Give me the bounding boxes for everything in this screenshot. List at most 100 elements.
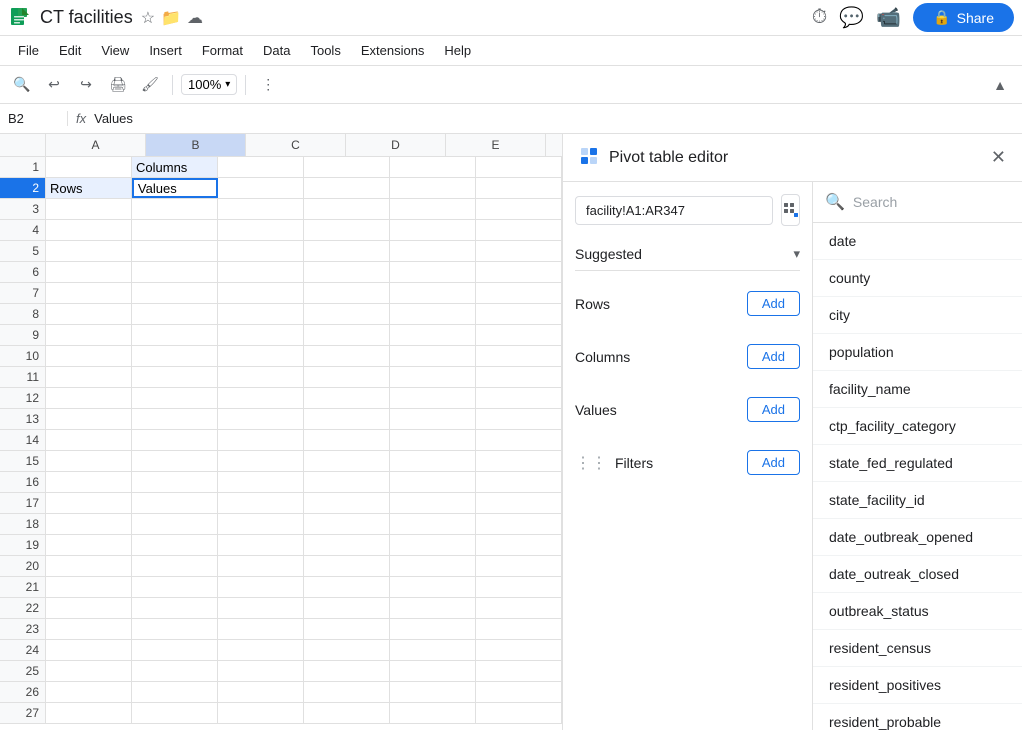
cell[interactable] <box>304 409 390 429</box>
cell[interactable] <box>476 619 562 639</box>
cell[interactable] <box>476 640 562 660</box>
folder-icon[interactable]: 📁 <box>161 8 181 28</box>
cell[interactable] <box>390 388 476 408</box>
cell[interactable] <box>218 682 304 702</box>
cell[interactable] <box>132 199 218 219</box>
formula-value[interactable]: Values <box>94 111 133 126</box>
cell[interactable] <box>218 472 304 492</box>
history-icon[interactable]: ⏱ <box>812 6 828 29</box>
cell[interactable] <box>218 325 304 345</box>
cell[interactable] <box>132 619 218 639</box>
chat-icon[interactable]: 💬 <box>839 5 864 30</box>
cell[interactable] <box>390 409 476 429</box>
cell[interactable] <box>132 304 218 324</box>
cell[interactable] <box>132 577 218 597</box>
cell[interactable] <box>476 388 562 408</box>
cell[interactable] <box>304 262 390 282</box>
cell[interactable] <box>46 346 132 366</box>
col-header-a[interactable]: A <box>46 134 146 156</box>
cell[interactable] <box>304 451 390 471</box>
cell[interactable] <box>304 346 390 366</box>
cell[interactable] <box>132 472 218 492</box>
field-item[interactable]: state_facility_id <box>813 482 1022 519</box>
cell-reference[interactable]: B2 <box>8 111 68 126</box>
cell[interactable] <box>476 220 562 240</box>
cell[interactable] <box>304 682 390 702</box>
cell[interactable] <box>46 325 132 345</box>
cell[interactable] <box>304 661 390 681</box>
cell[interactable] <box>304 514 390 534</box>
field-item[interactable]: resident_positives <box>813 667 1022 704</box>
cell[interactable] <box>218 409 304 429</box>
field-item[interactable]: date_outbreak_opened <box>813 519 1022 556</box>
cell[interactable] <box>46 304 132 324</box>
cell[interactable] <box>132 241 218 261</box>
cell[interactable] <box>390 199 476 219</box>
cell[interactable] <box>304 535 390 555</box>
cell[interactable] <box>46 283 132 303</box>
cell[interactable] <box>218 535 304 555</box>
cell[interactable] <box>218 451 304 471</box>
cell[interactable] <box>304 241 390 261</box>
cell[interactable] <box>218 388 304 408</box>
cell[interactable] <box>132 682 218 702</box>
cell[interactable] <box>46 556 132 576</box>
cell[interactable] <box>218 220 304 240</box>
cell[interactable] <box>218 241 304 261</box>
menu-item-format[interactable]: Format <box>192 39 253 62</box>
cell[interactable] <box>304 178 390 198</box>
cell[interactable] <box>218 598 304 618</box>
cell[interactable] <box>304 367 390 387</box>
cell[interactable] <box>46 640 132 660</box>
cell[interactable] <box>218 178 304 198</box>
print-btn[interactable]: 🖨 <box>104 71 132 99</box>
cell[interactable] <box>218 430 304 450</box>
cell[interactable] <box>390 472 476 492</box>
menu-item-tools[interactable]: Tools <box>300 39 350 62</box>
cell[interactable] <box>132 640 218 660</box>
cell[interactable] <box>304 556 390 576</box>
cell[interactable] <box>390 619 476 639</box>
cell[interactable] <box>390 577 476 597</box>
cell[interactable] <box>46 703 132 723</box>
cell[interactable] <box>46 682 132 702</box>
cell[interactable] <box>132 535 218 555</box>
cell[interactable] <box>218 640 304 660</box>
cell[interactable] <box>304 157 390 177</box>
values-add-button[interactable]: Add <box>747 397 800 422</box>
cell[interactable] <box>46 493 132 513</box>
cell[interactable] <box>46 514 132 534</box>
cell[interactable] <box>218 283 304 303</box>
cell[interactable] <box>304 640 390 660</box>
cell[interactable] <box>476 514 562 534</box>
cell[interactable] <box>132 388 218 408</box>
cell[interactable] <box>132 430 218 450</box>
cell[interactable] <box>46 367 132 387</box>
grid-select-button[interactable] <box>781 194 800 226</box>
cell[interactable] <box>390 661 476 681</box>
cell[interactable] <box>476 157 562 177</box>
cell[interactable] <box>390 598 476 618</box>
zoom-control[interactable]: 100% ▾ <box>181 74 237 95</box>
cell[interactable] <box>218 199 304 219</box>
cell[interactable] <box>46 220 132 240</box>
field-item[interactable]: resident_census <box>813 630 1022 667</box>
cell[interactable] <box>476 178 562 198</box>
cell[interactable] <box>390 367 476 387</box>
cell[interactable]: Values <box>132 178 218 198</box>
cell[interactable] <box>132 598 218 618</box>
cell[interactable] <box>476 409 562 429</box>
cell[interactable] <box>390 493 476 513</box>
cell[interactable] <box>46 157 132 177</box>
filters-add-button[interactable]: Add <box>747 450 800 475</box>
cell[interactable] <box>304 304 390 324</box>
cell[interactable] <box>218 619 304 639</box>
menu-item-file[interactable]: File <box>8 39 49 62</box>
cell[interactable] <box>476 493 562 513</box>
cell[interactable] <box>390 703 476 723</box>
cell[interactable] <box>476 262 562 282</box>
menu-item-extensions[interactable]: Extensions <box>351 39 435 62</box>
data-range-input[interactable] <box>575 196 773 225</box>
cell[interactable] <box>46 430 132 450</box>
field-item[interactable]: date <box>813 223 1022 260</box>
